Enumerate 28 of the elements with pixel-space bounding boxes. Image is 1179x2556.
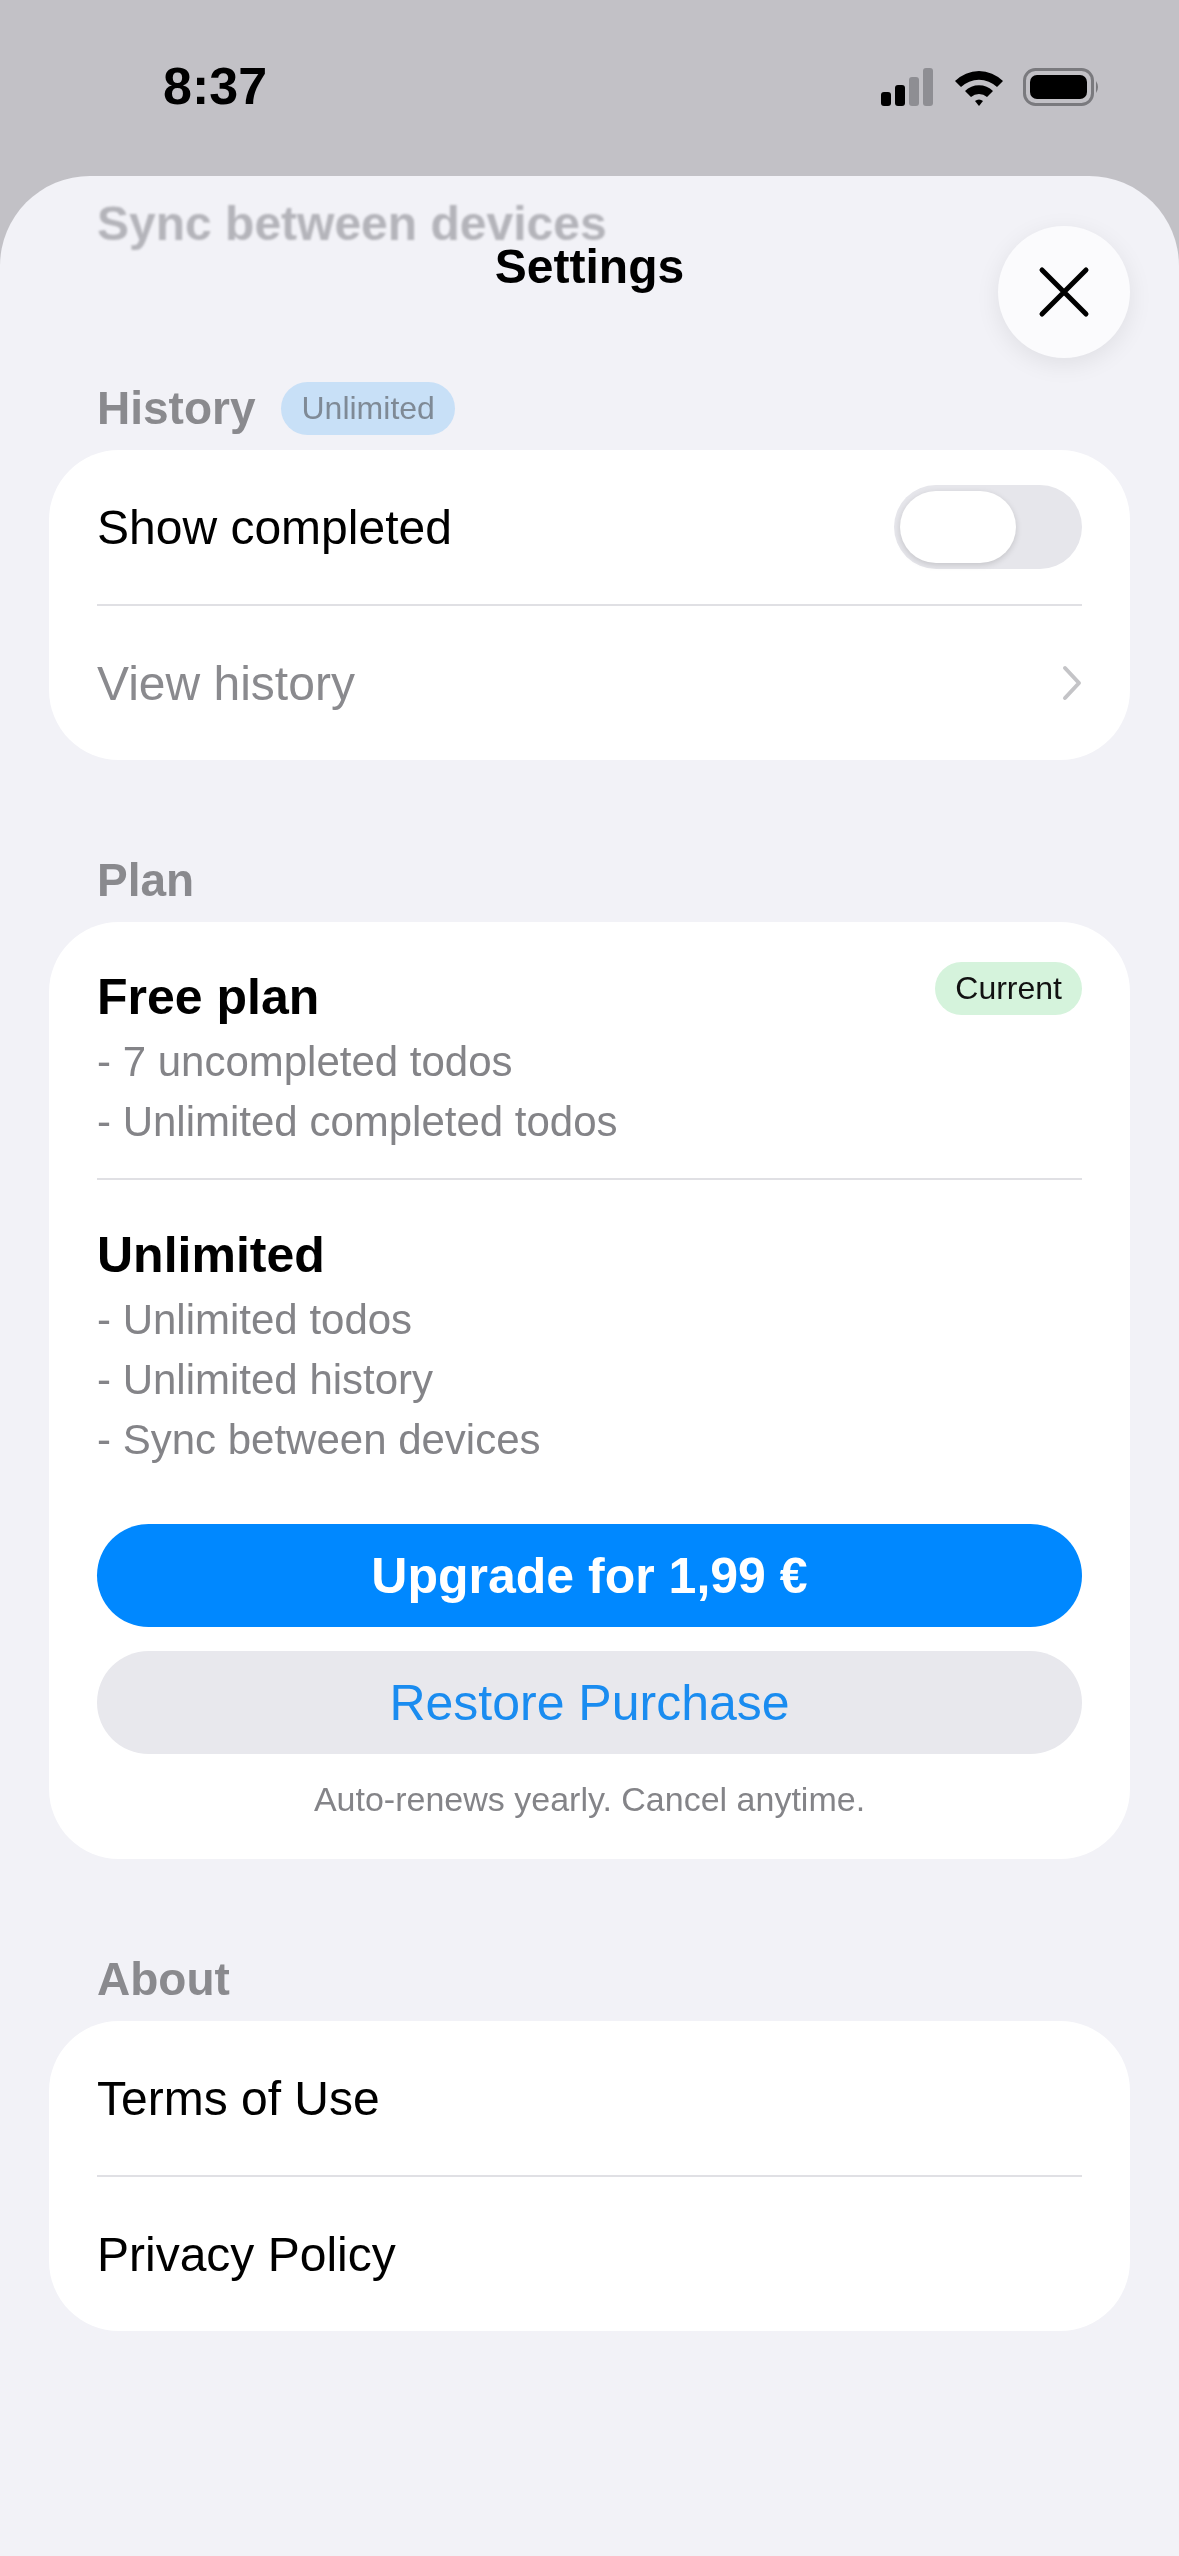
chevron-icon [1062, 665, 1082, 701]
section-title: Plan [97, 853, 195, 907]
plan-name: Unlimited [97, 1226, 325, 1284]
plan-badge: Unlimited [281, 381, 455, 435]
plan-feature: - 7 uncompleted todos [97, 1037, 514, 1087]
renewal-note: Auto-renews yearly. Cancel anytime. [312, 1780, 867, 1819]
row-label: Show completed [97, 499, 452, 555]
row-label: Terms of Use [97, 2070, 380, 2126]
row-label: View history [97, 655, 355, 711]
section-title: History [97, 381, 256, 435]
row-label: Privacy Policy [97, 2226, 396, 2282]
sheet-title: Settings [494, 239, 685, 294]
plan-feature: - Unlimited todos [97, 1295, 414, 1345]
current-badge: Current [935, 962, 1082, 1015]
section-title: About [97, 1952, 230, 2006]
settings-row[interactable]: Privacy Policy [97, 2177, 1082, 2331]
signal-icon [881, 68, 935, 106]
upgrade-button[interactable]: Upgrade for 1,99 € [97, 1524, 1082, 1627]
settings-row[interactable]: Show completed [97, 450, 1082, 604]
wifi-icon [953, 68, 1005, 106]
close-icon [1038, 266, 1090, 318]
plan-feature: - Unlimited completed todos [97, 1097, 619, 1147]
status-time: 8:37 [163, 58, 268, 114]
settings-row[interactable]: Terms of Use [97, 2021, 1082, 2175]
plan-feature: - Sync between devices [97, 1415, 542, 1465]
plan-feature: - Unlimited history [97, 1355, 435, 1405]
plan-name: Free plan [97, 968, 320, 1026]
battery-icon [1023, 68, 1101, 106]
